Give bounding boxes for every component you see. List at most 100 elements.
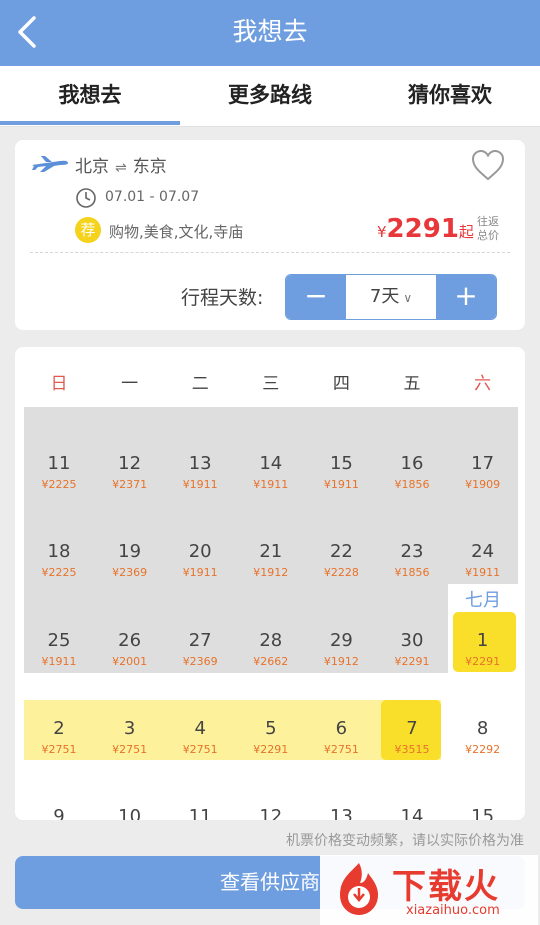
day-number: 10 [118, 806, 142, 821]
price-note: 往返 总价 [477, 215, 511, 243]
day-price: ¥2225 [41, 566, 77, 579]
plane-icon [32, 156, 68, 172]
price-disclaimer: 机票价格变动频繁，请以实际价格为准 [286, 833, 524, 849]
day-number: 8 [476, 718, 489, 739]
day-number: 14 [259, 453, 283, 474]
calendar-day[interactable]: 28 ¥2662 [236, 630, 306, 669]
tab-bar: 我想去 更多路线 猜你喜欢 [0, 66, 540, 127]
calendar-day[interactable]: 24 ¥1911 [448, 542, 518, 580]
month-label: 七月 [465, 590, 501, 611]
day-price: ¥2751 [323, 743, 359, 756]
day-number: 20 [188, 541, 212, 562]
calendar-day[interactable]: 11 ¥2225 [24, 453, 94, 492]
flame-logo-icon [340, 863, 378, 915]
calendar-day[interactable]: 27 ¥2369 [165, 630, 235, 669]
calendar-day[interactable]: 29 ¥1912 [306, 631, 376, 669]
day-price: ¥2751 [41, 743, 77, 756]
calendar-day[interactable]: 23 ¥1856 [377, 542, 447, 580]
days-select[interactable]: 7天 ∨ [346, 275, 436, 319]
calendar-day[interactable]: 13 ¥1911 [165, 453, 235, 492]
day-price: ¥2291 [465, 655, 501, 668]
day-price: ¥2369 [182, 655, 218, 668]
weekday-header: 一 [121, 374, 139, 394]
calendar-day[interactable]: 4 ¥2751 [165, 719, 235, 757]
clock-icon [76, 188, 96, 208]
calendar-day[interactable]: 15 [448, 806, 518, 821]
calendar-day[interactable]: 16 ¥1856 [377, 453, 447, 492]
calendar-day[interactable]: 10 [95, 806, 165, 821]
day-number: 27 [188, 630, 212, 651]
weekday-header: 二 [191, 374, 209, 394]
calendar-day[interactable]: 1 ¥2291 [448, 631, 518, 669]
day-number: 16 [400, 453, 424, 474]
calendar-day[interactable]: 22 ¥2228 [306, 541, 376, 580]
price-note-line2: 总价 [477, 229, 499, 242]
calendar-day[interactable]: 30 ¥2291 [377, 630, 447, 669]
day-number: 28 [259, 630, 283, 651]
day-price: ¥1911 [182, 478, 218, 491]
calendar-day[interactable]: 19 ¥2369 [95, 542, 165, 580]
calendar-day[interactable]: 11 [165, 806, 235, 821]
day-number: 21 [259, 541, 283, 562]
calendar-day[interactable]: 26 ¥2001 [95, 630, 165, 669]
calendar-day[interactable]: 13 [306, 806, 376, 821]
tab-more-routes[interactable]: 更多路线 [180, 66, 360, 126]
day-number: 3 [123, 718, 136, 739]
day-number: 25 [47, 630, 71, 651]
increase-days-button[interactable]: + [436, 275, 496, 319]
day-price: ¥1912 [253, 566, 289, 579]
calendar-day[interactable]: 9 [24, 807, 94, 821]
calendar-day[interactable]: 18 ¥2225 [24, 542, 94, 580]
day-price: ¥1911 [182, 566, 218, 579]
calendar-day[interactable]: 5 ¥2291 [236, 719, 306, 757]
day-number: 11 [47, 453, 71, 474]
calendar-day[interactable]: 3 ¥2751 [95, 718, 165, 757]
active-tab-indicator [0, 121, 180, 125]
recommend-badge: 荐 [75, 217, 101, 243]
day-number: 13 [188, 453, 212, 474]
day-price: ¥1909 [465, 478, 501, 491]
day-number: 11 [188, 806, 212, 821]
calendar-day[interactable]: 14 ¥1911 [236, 453, 306, 492]
price-note-line1: 往返 [477, 215, 499, 228]
route-to: 东京 [132, 157, 167, 177]
day-price: ¥1911 [253, 478, 289, 491]
calendar-day[interactable]: 8 ¥2292 [448, 718, 518, 757]
weekday-header: 六 [474, 374, 492, 394]
day-number: 22 [329, 541, 353, 562]
day-number: 15 [471, 806, 495, 821]
calendar-day[interactable]: 12 [236, 807, 306, 821]
day-number: 30 [400, 630, 424, 651]
watermark-text: 下载火 [392, 867, 500, 907]
calendar-day[interactable]: 2 ¥2751 [24, 719, 94, 757]
calendar-day[interactable]: 7 ¥3515 [377, 718, 447, 757]
tab-want-to-go[interactable]: 我想去 [0, 66, 180, 126]
day-number: 7 [406, 718, 418, 739]
calendar-day[interactable]: 25 ¥1911 [24, 630, 94, 669]
day-price: ¥1912 [323, 655, 359, 668]
calendar-day[interactable]: 21 ¥1912 [236, 541, 306, 580]
page-title: 我想去 [232, 17, 308, 46]
day-price: ¥1856 [394, 478, 430, 491]
price-currency: ¥ [377, 223, 387, 241]
day-price: ¥2292 [465, 743, 501, 756]
calendar-day[interactable]: 6 ¥2751 [306, 719, 376, 757]
calendar-day[interactable]: 15 ¥1911 [306, 454, 376, 492]
calendar-day[interactable]: 17 ¥1909 [448, 454, 518, 492]
day-price: ¥1911 [323, 478, 359, 491]
calendar-day[interactable]: 12 ¥2371 [95, 454, 165, 492]
top-bar: 我想去 [0, 0, 540, 66]
price-amount: 2291 [386, 214, 459, 244]
weekday-header: 三 [262, 374, 280, 394]
decrease-days-button[interactable]: − [286, 275, 346, 319]
trip-dates: 07.01 - 07.07 [105, 189, 200, 205]
calendar-day[interactable]: 14 [377, 807, 447, 821]
day-number: 26 [118, 630, 142, 651]
chevron-down-icon: ∨ [403, 291, 413, 305]
day-number: 13 [329, 806, 353, 821]
day-price: ¥2291 [253, 743, 289, 756]
heart-icon[interactable] [470, 148, 506, 182]
day-price: ¥3515 [394, 743, 430, 756]
calendar-day[interactable]: 20 ¥1911 [165, 541, 235, 580]
tab-guess-you-like[interactable]: 猜你喜欢 [360, 66, 540, 126]
